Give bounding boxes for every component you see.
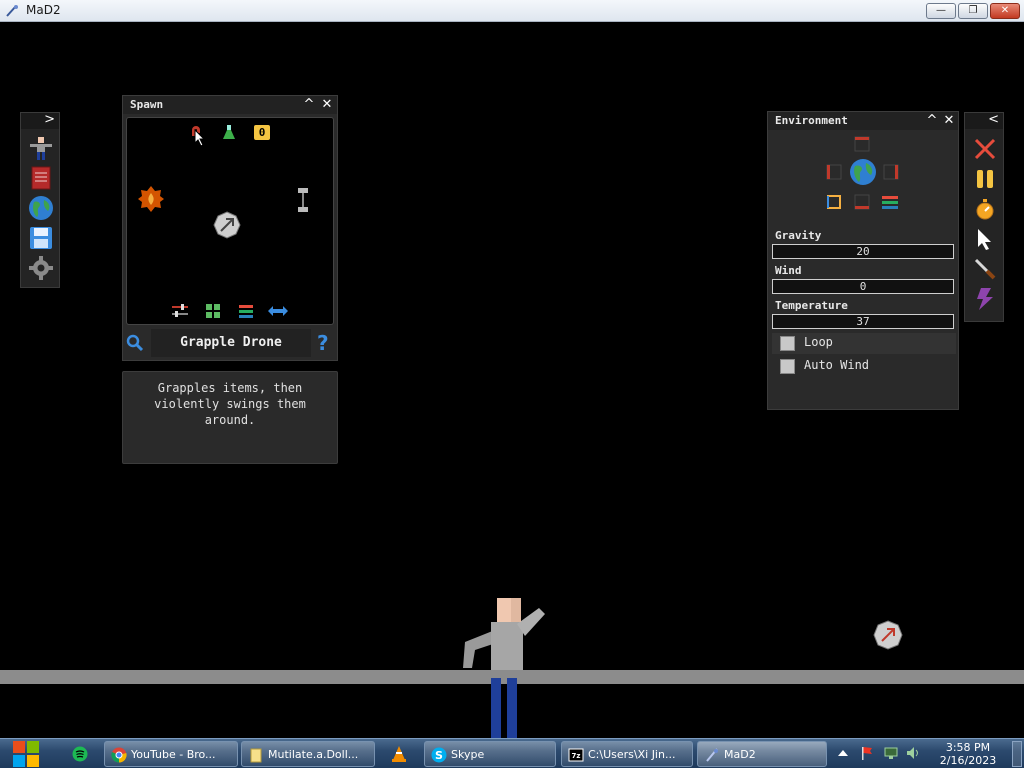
delete-x-icon[interactable]: [973, 137, 997, 161]
slow-motion-stopwatch-icon[interactable]: [973, 197, 997, 221]
clock-date: 2/16/2023: [939, 754, 997, 767]
ragdoll-spawn-icon[interactable]: [28, 135, 54, 161]
pause-icon[interactable]: [973, 167, 997, 191]
svg-text:S: S: [435, 749, 443, 762]
vlc-icon[interactable]: [390, 745, 408, 763]
counter-badge[interactable]: 0: [254, 125, 270, 140]
grapple-drone-object[interactable]: [873, 620, 903, 650]
action-center-flag-icon[interactable]: [860, 746, 874, 760]
book-icon[interactable]: [28, 165, 54, 191]
taskbar: YouTube - Bro... Mutilate.a.Doll... S Sk…: [0, 738, 1024, 768]
environment-panel-header: Environment ^ ✕: [768, 112, 958, 130]
wind-label: Wind: [775, 264, 802, 277]
environment-panel: Environment ^ ✕ Gravity 20 Wind 0 Temper…: [767, 111, 959, 410]
grid-icon[interactable]: [205, 303, 221, 319]
item-description: Grapples items, then violently swings th…: [154, 381, 306, 427]
temperature-slider[interactable]: 37: [772, 314, 954, 329]
pointer-cursor-icon[interactable]: [973, 227, 997, 251]
system-clock[interactable]: 3:58 PM 2/16/2023: [930, 741, 1006, 767]
environment-collapse-button[interactable]: ^: [924, 113, 940, 129]
spawn-collapse-button[interactable]: ^: [301, 97, 317, 113]
7zip-icon: 7z: [568, 748, 584, 762]
svg-text:7z: 7z: [572, 752, 581, 760]
window-title: MaD2: [26, 3, 61, 17]
environment-panel-title: Environment: [775, 114, 848, 127]
taskbar-item-mad2[interactable]: MaD2: [697, 741, 827, 767]
sliders-icon[interactable]: [171, 303, 189, 319]
stack-layers-icon[interactable]: [881, 194, 899, 210]
spawn-search-row: Grapple Drone ?: [123, 329, 337, 357]
auto-wind-checkbox-row[interactable]: Auto Wind: [772, 356, 956, 377]
maximize-button[interactable]: ❐: [958, 3, 988, 19]
left-toolbar-expand-button[interactable]: >: [21, 112, 59, 129]
spotify-icon[interactable]: [72, 746, 88, 762]
right-toolbar-collapse-button[interactable]: <: [965, 112, 1003, 129]
taskbar-item-7zip-path[interactable]: 7z C:\Users\Xi Jin...: [561, 741, 693, 767]
window-titlebar: MaD2 — ❐ ✕: [0, 0, 1024, 22]
spawn-panel: Spawn ^ ✕ 0 Grapple Drone ?: [122, 95, 338, 361]
spawn-panel-title: Spawn: [130, 98, 164, 111]
wall-right-icon[interactable]: [883, 164, 899, 180]
skype-icon: S: [431, 747, 447, 763]
flask-icon[interactable]: [221, 124, 237, 140]
help-icon[interactable]: ?: [317, 331, 333, 355]
piston-icon[interactable]: [297, 187, 309, 213]
environment-close-button[interactable]: ✕: [941, 113, 957, 129]
start-button[interactable]: [8, 739, 44, 768]
layers-icon[interactable]: [238, 303, 254, 319]
wall-bottom-icon[interactable]: [854, 194, 870, 210]
temperature-label: Temperature: [775, 299, 848, 312]
wall-top-icon[interactable]: [854, 136, 870, 152]
wall-left-icon[interactable]: [826, 164, 842, 180]
loop-label: Loop: [804, 335, 833, 349]
save-icon[interactable]: [28, 225, 54, 251]
gravity-slider[interactable]: 20: [772, 244, 954, 259]
globe-icon[interactable]: [28, 195, 54, 221]
spawn-close-button[interactable]: ✕: [319, 97, 335, 113]
auto-wind-checkbox[interactable]: [780, 359, 795, 374]
lightning-power-icon[interactable]: [973, 287, 997, 311]
close-window-button[interactable]: ✕: [990, 3, 1020, 19]
network-icon[interactable]: [884, 746, 898, 760]
loop-checkbox-row[interactable]: Loop: [772, 333, 956, 354]
selected-item-name: Grapple Drone: [151, 329, 311, 357]
show-desktop-button[interactable]: [1012, 741, 1022, 767]
spawn-selector-canvas[interactable]: 0: [126, 117, 334, 325]
item-description-panel: Grapples items, then violently swings th…: [122, 371, 338, 464]
wall-colors-icon[interactable]: [826, 194, 842, 210]
volume-icon[interactable]: [906, 746, 920, 760]
right-toolbar: <: [964, 112, 1004, 322]
wind-slider[interactable]: 0: [772, 279, 954, 294]
grapple-drone-icon[interactable]: [213, 211, 241, 239]
taskbar-item-youtube[interactable]: YouTube - Bro...: [104, 741, 238, 767]
minimize-button[interactable]: —: [926, 3, 956, 19]
taskbar-item-skype[interactable]: S Skype: [424, 741, 556, 767]
spawn-panel-header: Spawn ^ ✕: [123, 96, 337, 114]
mad2-app-icon: [6, 5, 18, 17]
left-toolbar: >: [20, 112, 60, 288]
clock-time: 3:58 PM: [945, 741, 991, 754]
swap-arrows-icon[interactable]: [267, 305, 289, 317]
loop-checkbox[interactable]: [780, 336, 795, 351]
folder-icon: [250, 748, 262, 763]
search-icon[interactable]: [126, 334, 144, 352]
gravity-label: Gravity: [775, 229, 822, 242]
fire-category-icon[interactable]: [137, 185, 165, 213]
knife-icon[interactable]: [973, 257, 997, 281]
ragdoll-character[interactable]: [455, 592, 555, 738]
mouse-cursor-icon: [194, 129, 206, 147]
auto-wind-label: Auto Wind: [804, 358, 870, 372]
earth-preset-icon[interactable]: [849, 158, 877, 186]
chrome-icon: [111, 747, 127, 763]
mad2-icon: [706, 748, 718, 762]
show-hidden-icons-icon[interactable]: [836, 746, 850, 760]
settings-gear-icon[interactable]: [28, 255, 54, 281]
taskbar-item-mutilate-folder[interactable]: Mutilate.a.Doll...: [241, 741, 375, 767]
